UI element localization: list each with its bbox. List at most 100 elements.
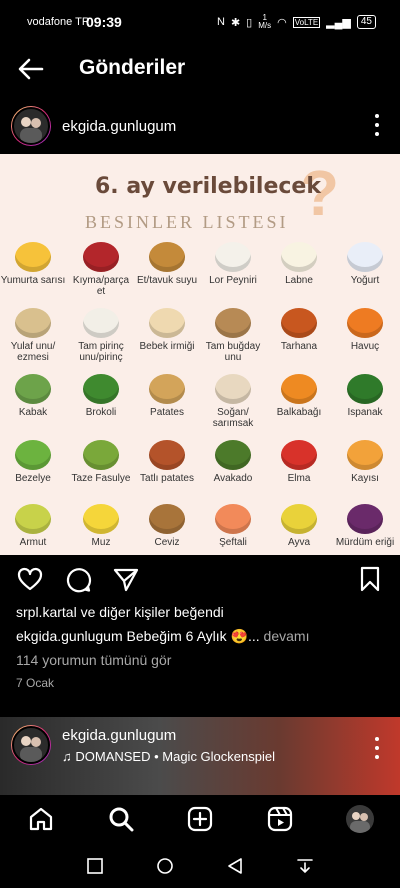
likes-user[interactable]: srpl.kartal bbox=[16, 604, 77, 620]
avatar[interactable] bbox=[11, 725, 51, 765]
food-image bbox=[281, 504, 317, 534]
food-label: Lor Peyniri bbox=[209, 275, 257, 286]
avatar-image bbox=[12, 107, 50, 145]
post-image[interactable]: ? 6. ay verilebilecek BESINLER LISTESI Y… bbox=[0, 154, 400, 555]
image-subtitle: BESINLER LISTESI bbox=[85, 212, 289, 232]
food-label: Kayısı bbox=[351, 473, 379, 484]
food-image bbox=[347, 308, 383, 338]
food-label: Taze Fasulye bbox=[71, 473, 131, 484]
avatar[interactable] bbox=[11, 106, 51, 146]
food-item: Ceviz bbox=[134, 504, 200, 548]
status-bar: vodafone TR 09:39 N ✱ ▯ 1 M/s ◠ VoLTE ▂▄▆… bbox=[0, 0, 400, 44]
food-item: Brokoli bbox=[68, 374, 134, 418]
food-image bbox=[83, 440, 119, 470]
likes-line[interactable]: srpl.kartal ve diğer kişiler beğendi bbox=[16, 604, 224, 620]
food-image bbox=[149, 374, 185, 404]
nfc-icon: N bbox=[217, 16, 225, 28]
next-post-username[interactable]: ekgida.gunlugum bbox=[62, 727, 176, 744]
food-image bbox=[83, 504, 119, 534]
food-label: Muz bbox=[91, 537, 111, 548]
battery-level: 45 bbox=[356, 15, 376, 29]
food-label: Avakado bbox=[213, 473, 253, 484]
food-item: Lor Peyniri bbox=[200, 242, 266, 286]
back-triangle-icon[interactable] bbox=[226, 857, 244, 875]
food-item: Elma bbox=[266, 440, 332, 484]
carrier-name: vodafone TR bbox=[27, 16, 90, 28]
send-icon[interactable] bbox=[112, 565, 140, 593]
page-title: Gönderiler bbox=[79, 56, 186, 79]
reels-icon[interactable] bbox=[266, 805, 294, 833]
food-image bbox=[281, 308, 317, 338]
food-label: Bezelye bbox=[15, 473, 51, 484]
status-icons: N ✱ ▯ 1 M/s ◠ VoLTE ▂▄▆ 45 bbox=[217, 14, 376, 30]
avatar-image bbox=[12, 726, 50, 764]
more-options-icon[interactable] bbox=[374, 737, 380, 759]
food-image bbox=[15, 504, 51, 534]
food-image bbox=[15, 242, 51, 272]
view-comments-link[interactable]: 114 yorumun tümünü gör bbox=[16, 652, 171, 668]
food-label: Mürdüm eriği bbox=[335, 537, 395, 548]
search-icon[interactable] bbox=[107, 805, 135, 833]
food-label: Yoğurt bbox=[350, 275, 380, 286]
caption-user[interactable]: ekgida.gunlugum bbox=[16, 628, 123, 644]
food-item: Tam buğday unu bbox=[200, 308, 266, 363]
food-label: Ceviz bbox=[154, 537, 180, 548]
food-label: Elma bbox=[287, 473, 311, 484]
notification-pull-icon[interactable] bbox=[296, 857, 314, 875]
signal-icon: ▂▄▆ bbox=[326, 16, 351, 29]
food-label: Yulaf unu/ ezmesi bbox=[10, 341, 56, 363]
home-circle-icon[interactable] bbox=[156, 857, 174, 875]
profile-avatar[interactable] bbox=[346, 805, 374, 833]
food-image bbox=[149, 440, 185, 470]
food-label: Soğan/ sarımsak bbox=[212, 407, 254, 429]
food-label: Ayva bbox=[287, 537, 311, 548]
food-image bbox=[347, 374, 383, 404]
post-username[interactable]: ekgida.gunlugum bbox=[62, 118, 176, 135]
caption[interactable]: ekgida.gunlugum Bebeğim 6 Aylık 😍... dev… bbox=[16, 628, 309, 645]
food-item: Balkabağı bbox=[266, 374, 332, 418]
vibrate-icon: ▯ bbox=[246, 16, 253, 29]
food-image bbox=[215, 374, 251, 404]
food-label: Kıyma/parça et bbox=[72, 275, 130, 297]
food-item: Avakado bbox=[200, 440, 266, 484]
food-item: Et/tavuk suyu bbox=[134, 242, 200, 286]
caption-more-link[interactable]: devamı bbox=[260, 628, 310, 644]
food-item: Kabak bbox=[0, 374, 66, 418]
food-label: Armut bbox=[19, 537, 47, 548]
food-image bbox=[347, 504, 383, 534]
comment-icon[interactable] bbox=[64, 565, 92, 593]
heart-icon[interactable] bbox=[16, 565, 44, 593]
food-label: Kabak bbox=[18, 407, 48, 418]
music-line[interactable]: ♫ DOMANSED • Magic Glockenspiel bbox=[62, 749, 275, 764]
food-label: Et/tavuk suyu bbox=[136, 275, 198, 286]
bluetooth-icon: ✱ bbox=[230, 16, 241, 29]
food-item: Havuç bbox=[332, 308, 398, 352]
food-image bbox=[149, 308, 185, 338]
post-actions bbox=[0, 563, 400, 597]
bookmark-icon[interactable] bbox=[356, 565, 384, 593]
home-icon[interactable] bbox=[27, 805, 55, 833]
more-options-icon[interactable] bbox=[374, 114, 380, 136]
food-item: Tam pirinç unu/pirinç bbox=[68, 308, 134, 363]
plus-square-icon[interactable] bbox=[186, 805, 214, 833]
wifi-icon: ◠ bbox=[277, 16, 287, 29]
system-nav-bar bbox=[0, 843, 400, 888]
food-item: Bebek irmiği bbox=[134, 308, 200, 352]
food-image bbox=[281, 374, 317, 404]
food-item: Soğan/ sarımsak bbox=[200, 374, 266, 429]
recents-icon[interactable] bbox=[86, 857, 104, 875]
food-image bbox=[281, 242, 317, 272]
arrow-left-icon[interactable] bbox=[16, 54, 46, 84]
food-item: Bezelye bbox=[0, 440, 66, 484]
food-image bbox=[215, 308, 251, 338]
food-item: Labne bbox=[266, 242, 332, 286]
food-item: Tatlı patates bbox=[134, 440, 200, 484]
food-label: Balkabağı bbox=[276, 407, 322, 418]
music-title: DOMANSED • Magic Glockenspiel bbox=[75, 749, 275, 764]
food-label: Havuç bbox=[350, 341, 380, 352]
food-label: Tam buğday unu bbox=[205, 341, 261, 363]
food-image bbox=[83, 242, 119, 272]
music-note-icon: ♫ bbox=[62, 749, 72, 764]
food-item: Mürdüm eriği bbox=[332, 504, 398, 548]
caption-text: Bebeğim 6 Aylık 😍... bbox=[122, 628, 260, 644]
